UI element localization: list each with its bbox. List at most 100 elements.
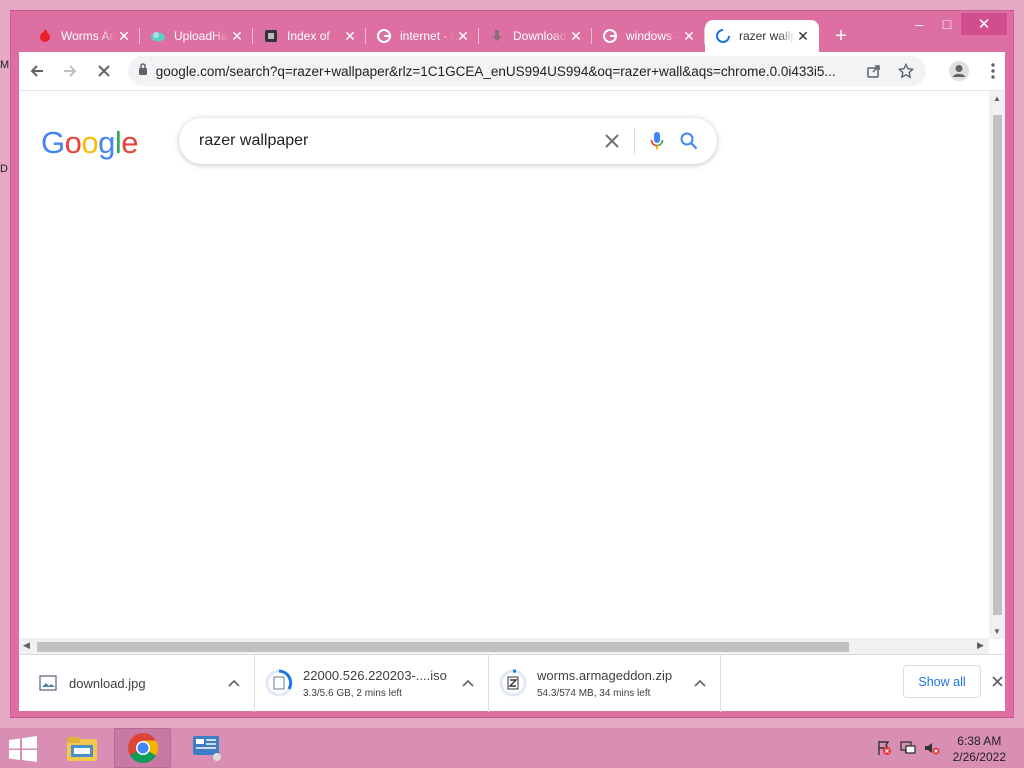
download-progress-status: 54.3/574 MB, 34 mins left — [537, 687, 651, 699]
tab-close-icon[interactable]: ✕ — [229, 28, 245, 45]
taskbar-clock[interactable]: 6:38 AM 2/26/2022 — [953, 733, 1006, 765]
search-divider — [634, 128, 635, 154]
control-panel-icon — [192, 736, 221, 761]
tab-index-of[interactable]: Index of ✕ — [253, 20, 366, 52]
google-g-icon — [602, 28, 618, 44]
new-tab-button[interactable]: + — [825, 20, 857, 52]
index-favicon-icon — [263, 28, 279, 44]
logo-letter: o — [81, 125, 99, 160]
minimize-button[interactable]: – — [905, 13, 933, 35]
start-button[interactable] — [8, 736, 38, 762]
stop-x-icon — [98, 65, 110, 77]
show-all-downloads-button[interactable]: Show all — [903, 665, 981, 698]
taskbar-file-explorer[interactable] — [53, 728, 110, 768]
scroll-right-arrow-icon[interactable]: ▶ — [977, 640, 984, 651]
google-g-icon — [376, 28, 392, 44]
address-bar[interactable]: google.com/search?q=razer+wallpaper&rlz=… — [127, 56, 926, 86]
download-item[interactable]: worms.armageddon.zip 54.3/574 MB, 34 min… — [489, 654, 721, 712]
windows-taskbar: 6:38 AM 2/26/2022 — [0, 728, 1024, 768]
zip-file-icon — [499, 669, 527, 697]
logo-letter: G — [41, 125, 65, 160]
volume-muted-icon[interactable] — [924, 740, 940, 761]
folder-icon — [66, 737, 97, 761]
scroll-down-arrow-icon[interactable]: ▼ — [993, 627, 1001, 636]
logo-letter: g — [98, 125, 115, 160]
download-filename: 22000.526.220203-....iso — [303, 667, 447, 683]
tab-close-icon[interactable]: ✕ — [455, 28, 471, 45]
share-icon[interactable] — [862, 59, 886, 83]
tab-close-icon[interactable]: ✕ — [342, 28, 358, 45]
scroll-up-arrow-icon[interactable]: ▲ — [993, 94, 1001, 103]
window-controls: – □ ✕ — [905, 13, 1007, 35]
tab-internet-search[interactable]: internet - Google Search ✕ — [366, 20, 479, 52]
clock-date: 2/26/2022 — [952, 750, 1006, 764]
tab-worms-armageddon[interactable]: Worms Armageddon ✕ — [27, 20, 140, 52]
system-tray — [876, 740, 940, 761]
vertical-scroll-thumb[interactable] — [993, 115, 1002, 615]
download-shelf: download.jpg 22000.526.220203-....iso 3.… — [19, 654, 1005, 712]
page-content: Google razer wallpaper ▲ ▼ ◀ ▶ — [19, 90, 1005, 654]
maximize-button[interactable]: □ — [933, 13, 961, 35]
tab-title: windows - Google Search — [626, 29, 681, 43]
chrome-icon — [127, 733, 158, 764]
download-item[interactable]: download.jpg — [19, 654, 255, 712]
forward-arrow-icon — [64, 65, 77, 77]
browser-window: – □ ✕ Worms Armageddon ✕ UploadHaven ✕ I… — [10, 10, 1014, 718]
microphone-icon[interactable] — [641, 125, 673, 157]
tab-close-icon[interactable]: ✕ — [795, 28, 811, 45]
tab-title: internet - Google Search — [400, 29, 455, 43]
tab-windows-search[interactable]: windows - Google Search ✕ — [592, 20, 705, 52]
disc-image-file-icon — [265, 669, 293, 697]
google-logo[interactable]: Google — [41, 125, 139, 161]
vertical-scrollbar[interactable]: ▲ ▼ — [989, 91, 1005, 639]
network-icon[interactable] — [900, 740, 916, 761]
profile-avatar-button[interactable] — [944, 56, 974, 86]
scroll-left-arrow-icon[interactable]: ◀ — [23, 640, 30, 651]
avatar-icon — [948, 61, 969, 81]
vertical-dots-icon — [991, 63, 995, 79]
bookmark-star-icon[interactable] — [894, 59, 918, 83]
uploadhaven-favicon-icon — [150, 28, 166, 44]
horizontal-scroll-thumb[interactable] — [37, 642, 849, 652]
action-center-flag-icon[interactable] — [876, 740, 892, 761]
chevron-up-icon[interactable] — [688, 679, 712, 687]
tab-title: razer wallpaper — [739, 29, 795, 43]
clear-search-icon[interactable] — [596, 125, 628, 157]
chevron-up-icon[interactable] — [222, 679, 246, 687]
tab-razer-wallpaper[interactable]: razer wallpaper ✕ — [705, 20, 819, 52]
tab-uploadhaven[interactable]: UploadHaven ✕ — [140, 20, 253, 52]
search-box[interactable]: razer wallpaper — [179, 118, 717, 164]
tab-downloads[interactable]: Downloads ✕ — [479, 20, 592, 52]
taskbar-control-panel[interactable] — [177, 728, 234, 768]
download-progress-status: 3.3/5.6 GB, 2 mins left — [303, 687, 402, 699]
image-file-icon — [37, 672, 59, 694]
forward-button[interactable] — [55, 55, 87, 87]
back-button[interactable] — [21, 55, 53, 87]
lock-icon[interactable] — [138, 62, 148, 80]
download-filename: download.jpg — [69, 675, 146, 691]
browser-menu-button[interactable] — [981, 56, 1005, 86]
download-item[interactable]: 22000.526.220203-....iso 3.3/5.6 GB, 2 m… — [255, 654, 489, 712]
stop-loading-button[interactable] — [88, 55, 120, 87]
tab-close-icon[interactable]: ✕ — [116, 28, 132, 45]
back-arrow-icon — [30, 65, 43, 77]
tab-title: UploadHaven — [174, 29, 229, 43]
clock-time: 6:38 AM — [957, 734, 1002, 748]
logo-letter: o — [64, 125, 82, 160]
search-icon[interactable] — [673, 125, 705, 157]
tab-title: Downloads — [513, 29, 568, 43]
close-window-button[interactable]: ✕ — [961, 13, 1007, 35]
windows-logo-icon — [9, 736, 37, 762]
tab-close-icon[interactable]: ✕ — [681, 28, 697, 45]
taskbar-chrome[interactable] — [114, 728, 171, 768]
worms-favicon-icon — [37, 28, 53, 44]
horizontal-scrollbar[interactable]: ◀ ▶ — [19, 638, 989, 654]
close-download-shelf-icon[interactable] — [989, 669, 1005, 693]
url-text[interactable]: google.com/search?q=razer+wallpaper&rlz=… — [156, 64, 854, 79]
chevron-up-icon[interactable] — [456, 679, 480, 687]
logo-letter: e — [121, 125, 139, 160]
download-favicon-icon — [489, 28, 505, 44]
search-input[interactable]: razer wallpaper — [199, 132, 596, 150]
desktop-icon-label-d: D — [0, 163, 8, 175]
tab-close-icon[interactable]: ✕ — [568, 28, 584, 45]
